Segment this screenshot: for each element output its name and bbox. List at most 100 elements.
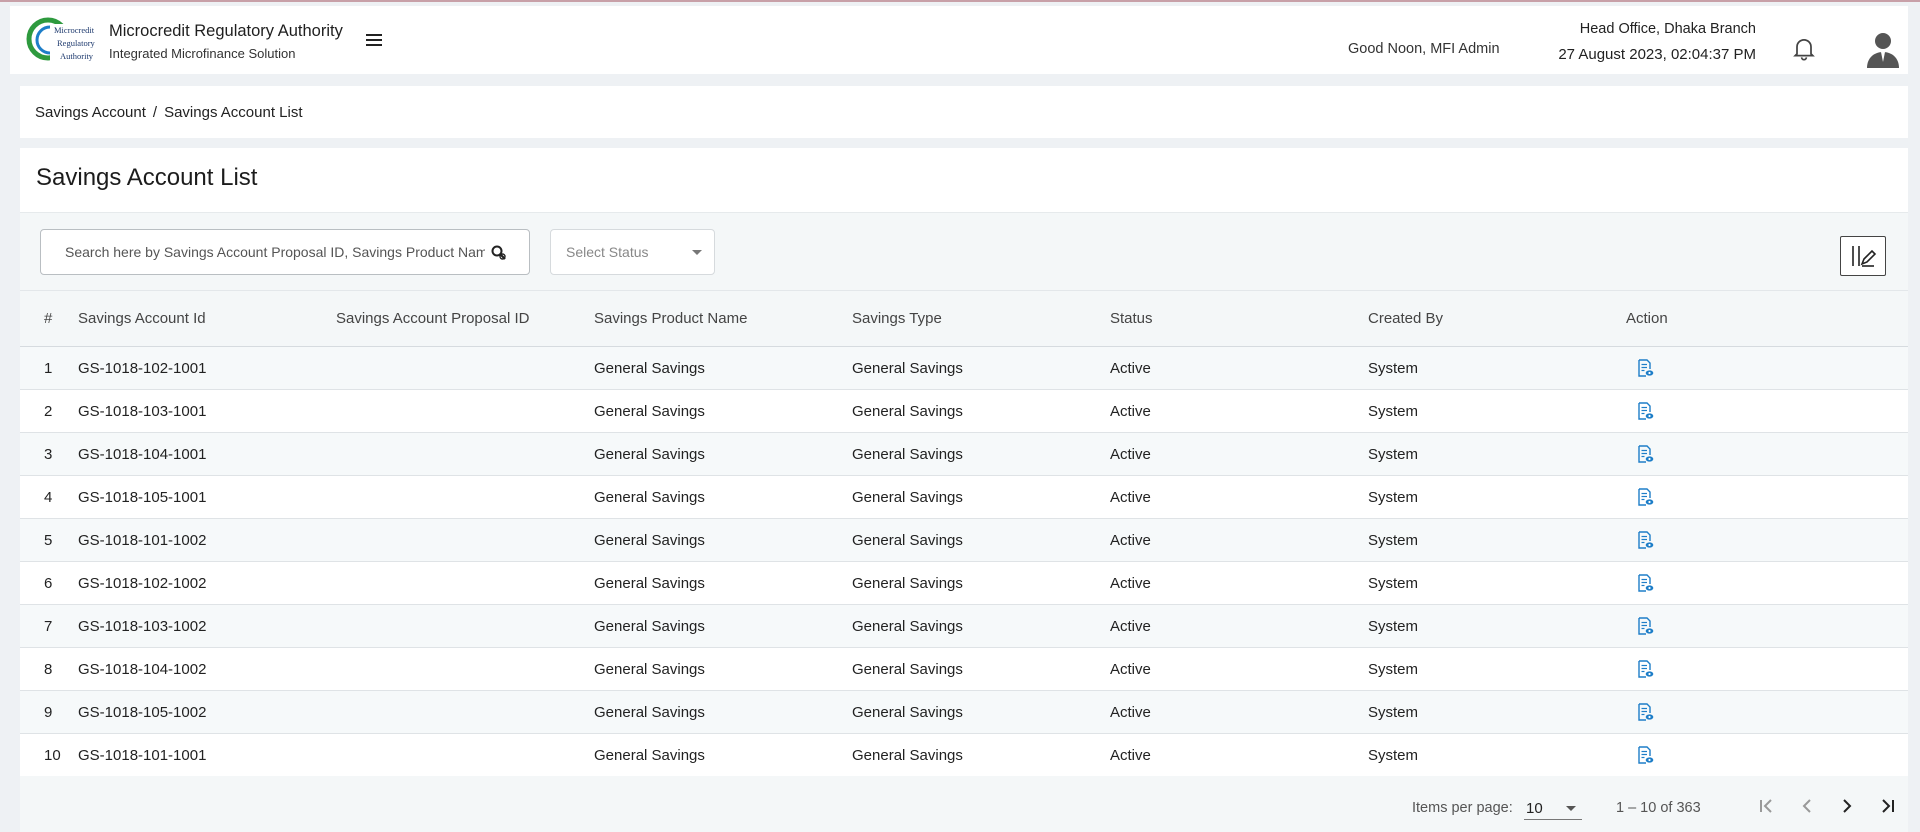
status-select[interactable]: Select Status <box>550 229 715 275</box>
cell-product-name: General Savings <box>594 574 705 592</box>
brand-title: Microcredit Regulatory Authority <box>109 22 343 40</box>
cell-account-id: GS-1018-101-1001 <box>78 746 207 764</box>
breadcrumb-separator: / <box>152 103 158 121</box>
view-document-icon[interactable] <box>1636 617 1654 635</box>
cell-proposal-id <box>336 390 594 433</box>
row-number: 3 <box>44 445 53 463</box>
cell-savings-type: General Savings <box>852 445 963 463</box>
header-created-by[interactable]: Created By <box>1368 291 1626 347</box>
view-document-icon[interactable] <box>1636 445 1654 463</box>
row-number: 9 <box>44 703 53 721</box>
savings-account-table: # Savings Account Id Savings Account Pro… <box>20 290 1908 777</box>
cell-account-id: GS-1018-103-1001 <box>78 402 207 420</box>
cell-proposal-id <box>336 562 594 605</box>
search-input[interactable] <box>65 244 485 260</box>
table-row: 7 GS-1018-103-1002 General Savings General … <box>20 604 1908 648</box>
row-number: 1 <box>44 359 53 377</box>
cell-status: Active <box>1110 359 1151 377</box>
cell-action <box>1626 476 1908 519</box>
cell-product-name: General Savings <box>594 703 705 721</box>
view-document-icon[interactable] <box>1636 660 1654 678</box>
column-settings-button[interactable] <box>1840 236 1886 276</box>
search-icon[interactable] <box>491 245 507 261</box>
cell-product-name: General Savings <box>594 617 705 635</box>
cell-account-id: GS-1018-105-1002 <box>78 703 207 721</box>
table-row: 1 GS-1018-102-1001 General Savings General … <box>20 346 1908 390</box>
row-number: 2 <box>44 402 53 420</box>
table-row: 8 GS-1018-104-1002 General Savings General … <box>20 647 1908 691</box>
cell-created-by: System <box>1368 359 1419 377</box>
cell-created-by: System <box>1368 574 1419 592</box>
table-row: 3 GS-1018-104-1001 General Savings General … <box>20 432 1908 476</box>
cell-account-id: GS-1018-102-1001 <box>78 359 207 377</box>
cell-savings-type: General Savings <box>852 531 963 549</box>
hamburger-menu-icon[interactable] <box>366 34 382 48</box>
first-page-icon[interactable] <box>1755 794 1779 818</box>
table-row: 10 GS-1018-101-1001 General Savings General… <box>20 733 1908 777</box>
cell-action <box>1626 390 1908 433</box>
view-document-icon[interactable] <box>1636 402 1654 420</box>
last-page-icon[interactable] <box>1875 794 1899 818</box>
cell-savings-type: General Savings <box>852 359 963 377</box>
cell-action <box>1626 605 1908 648</box>
cell-created-by: System <box>1368 660 1419 678</box>
cell-status: Active <box>1110 488 1151 506</box>
header-account-id[interactable]: Savings Account Id <box>78 291 336 347</box>
header-savings-type[interactable]: Savings Type <box>852 291 1110 347</box>
notification-bell-icon[interactable] <box>1790 34 1818 62</box>
previous-page-icon[interactable] <box>1795 794 1819 818</box>
cell-proposal-id <box>336 519 594 562</box>
cell-product-name: General Savings <box>594 660 705 678</box>
top-accent-line <box>0 0 1920 2</box>
cell-action <box>1626 691 1908 734</box>
cell-proposal-id <box>336 648 594 691</box>
search-box[interactable] <box>40 229 530 275</box>
header-proposal-id[interactable]: Savings Account Proposal ID <box>336 291 594 347</box>
view-document-icon[interactable] <box>1636 359 1654 377</box>
page-range: 1 – 10 of 363 <box>1616 800 1701 816</box>
cell-savings-type: General Savings <box>852 703 963 721</box>
items-per-page-value: 10 <box>1526 800 1543 817</box>
table-row: 4 GS-1018-105-1001 General Savings General … <box>20 475 1908 519</box>
cell-savings-type: General Savings <box>852 574 963 592</box>
logo-text-3: Authority <box>60 51 94 61</box>
table-row: 6 GS-1018-102-1002 General Savings General … <box>20 561 1908 605</box>
next-page-icon[interactable] <box>1835 794 1859 818</box>
cell-action <box>1626 562 1908 605</box>
app-header: Microcredit Regulatory Authority Microcr… <box>10 6 1908 74</box>
cell-account-id: GS-1018-101-1002 <box>78 531 207 549</box>
cell-created-by: System <box>1368 531 1419 549</box>
row-number: 4 <box>44 488 53 506</box>
cell-status: Active <box>1110 445 1151 463</box>
cell-product-name: General Savings <box>594 746 705 764</box>
cell-account-id: GS-1018-104-1001 <box>78 445 207 463</box>
row-number: 6 <box>44 574 53 592</box>
row-number: 8 <box>44 660 53 678</box>
breadcrumb-parent[interactable]: Savings Account <box>35 104 146 121</box>
header-num: # <box>44 310 53 327</box>
status-select-placeholder: Select Status <box>566 244 649 260</box>
header-action: Action <box>1626 310 1668 327</box>
header-status[interactable]: Status <box>1110 291 1368 347</box>
cell-status: Active <box>1110 617 1151 635</box>
items-per-page-select[interactable]: 10 <box>1524 796 1582 820</box>
row-number: 10 <box>44 746 61 764</box>
view-document-icon[interactable] <box>1636 531 1654 549</box>
page-title: Savings Account List <box>36 164 258 191</box>
cell-created-by: System <box>1368 445 1419 463</box>
view-document-icon[interactable] <box>1636 746 1654 764</box>
branch-name: Head Office, Dhaka Branch <box>1579 21 1756 37</box>
filter-bar: Select Status <box>20 212 1908 290</box>
cell-savings-type: General Savings <box>852 617 963 635</box>
view-document-icon[interactable] <box>1636 574 1654 592</box>
user-avatar-icon[interactable] <box>1863 28 1903 68</box>
view-document-icon[interactable] <box>1636 703 1654 721</box>
cell-proposal-id <box>336 605 594 648</box>
current-datetime: 27 August 2023, 02:04:37 PM <box>1558 46 1756 63</box>
cell-savings-type: General Savings <box>852 746 963 764</box>
logo-text-2: Regulatory <box>57 38 96 48</box>
breadcrumb-current: Savings Account List <box>164 103 303 121</box>
cell-status: Active <box>1110 746 1151 764</box>
header-product-name[interactable]: Savings Product Name <box>594 291 852 347</box>
view-document-icon[interactable] <box>1636 488 1654 506</box>
